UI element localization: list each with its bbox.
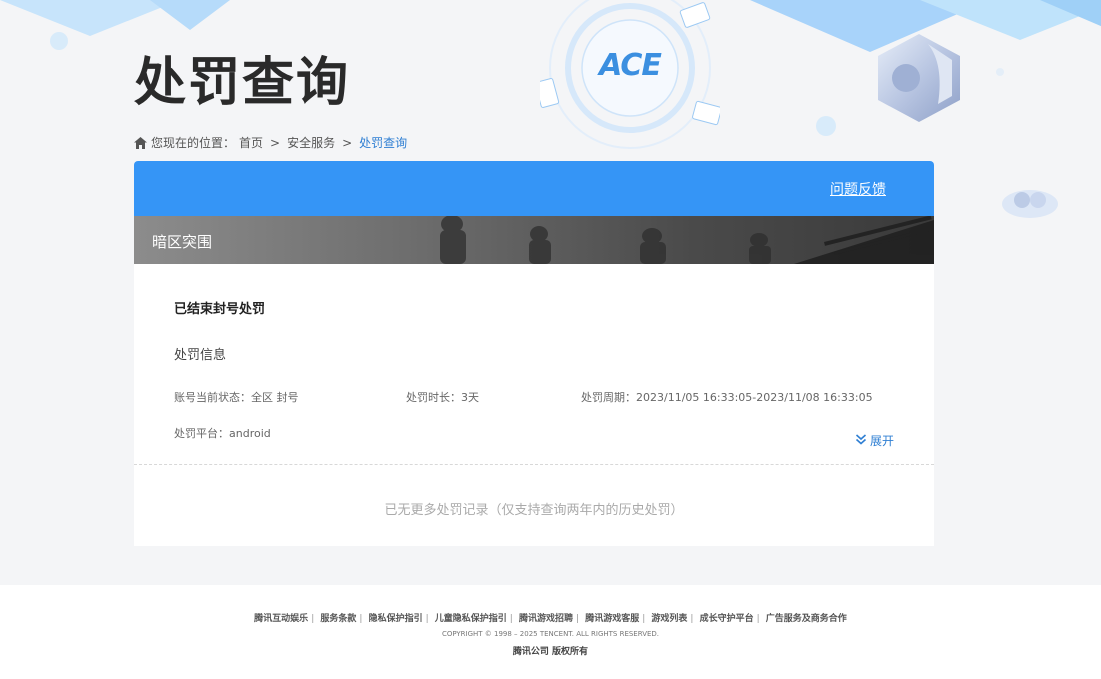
footer-separator: |	[690, 614, 694, 624]
footer-link[interactable]: 腾讯游戏客服	[585, 614, 639, 624]
footer-link[interactable]: 腾讯互动娱乐	[254, 614, 308, 624]
footer-link[interactable]: 成长守护平台	[700, 614, 754, 624]
footer-link[interactable]: 服务条款	[320, 614, 356, 624]
breadcrumb-current: 处罚查询	[359, 136, 408, 150]
footer-separator: |	[756, 614, 760, 624]
punishment-duration: 处罚时长：3天	[406, 391, 479, 404]
footer-separator: |	[576, 614, 580, 624]
decor-triangle	[1040, 0, 1101, 30]
ace-logo-emblem: ACE	[534, 0, 722, 160]
decor-dot	[816, 116, 836, 136]
record-divider	[134, 464, 934, 465]
breadcrumb: 您现在的位置： 首页 > 安全服务 > 处罚查询	[134, 134, 407, 151]
character-decor-small	[998, 182, 1062, 218]
page-title: 处罚查询	[134, 53, 351, 113]
footer-link[interactable]: 隐私保护指引	[369, 614, 423, 624]
record-title: 已结束封号处罚	[174, 302, 266, 317]
decor-triangle	[150, 0, 230, 30]
footer-separator: |	[359, 614, 363, 624]
banner-scene	[440, 216, 934, 264]
home-icon	[134, 136, 147, 149]
expand-button[interactable]: 展开	[855, 432, 894, 449]
decor-dot	[996, 68, 1004, 76]
breadcrumb-link-home[interactable]: 首页	[239, 134, 263, 151]
feedback-link[interactable]: 问题反馈	[830, 179, 886, 199]
footer-separator: |	[311, 614, 315, 624]
decor-dot	[50, 32, 68, 50]
breadcrumb-prefix: 您现在的位置：	[151, 136, 236, 150]
expand-label: 展开	[869, 434, 894, 448]
breadcrumb-link-security[interactable]: 安全服务	[287, 134, 335, 151]
footer-separator: |	[642, 614, 646, 624]
footer-separator: |	[425, 614, 429, 624]
game-name: 暗区突围	[152, 233, 213, 251]
footer-separator: |	[509, 614, 513, 624]
record-info-row: 账号当前状态：全区 封号 处罚时长：3天 处罚周期：2023/11/05 16:…	[174, 389, 894, 405]
ace-logo-text: ACE	[599, 48, 662, 83]
game-banner: 暗区突围	[134, 216, 934, 264]
double-chevron-down-icon	[855, 433, 867, 448]
footer-link[interactable]: 游戏列表	[651, 614, 687, 624]
footer-link[interactable]: 腾讯游戏招聘	[519, 614, 573, 624]
punishment-record: 已结束封号处罚 处罚信息 账号当前状态：全区 封号 处罚时长：3天 处罚周期：2…	[134, 264, 934, 464]
no-more-records-text: 已无更多处罚记录（仅支持查询两年内的历史处罚）	[384, 503, 684, 518]
punishment-period: 处罚周期：2023/11/05 16:33:05-2023/11/08 16:3…	[581, 391, 873, 404]
footer-link[interactable]: 儿童隐私保护指引	[435, 614, 507, 624]
punishment-platform: 处罚平台：android	[174, 427, 271, 440]
rights-text: 腾讯公司 版权所有	[512, 647, 589, 657]
punishment-card: 问题反馈 暗区突围 已结束封号处罚 处罚信息 账号当前状态：全区 封号 处罚时长…	[134, 161, 934, 546]
footer-links: 腾讯互动娱乐 | 服务条款 | 隐私保护指引 | 儿童隐私保护指引 | 腾讯游戏招聘 | …	[0, 611, 1101, 624]
account-status: 账号当前状态：全区 封号	[174, 391, 299, 404]
record-section-label: 处罚信息	[174, 348, 227, 363]
footer: 腾讯互动娱乐 | 服务条款 | 隐私保护指引 | 儿童隐私保护指引 | 腾讯游戏招聘 | …	[0, 585, 1101, 679]
footer-link[interactable]: 广告服务及商务合作	[766, 614, 847, 624]
card-header: 问题反馈	[134, 161, 934, 216]
breadcrumb-separator: >	[270, 135, 281, 150]
breadcrumb-separator: >	[342, 135, 353, 150]
character-avatar-hexagon	[878, 34, 960, 122]
copyright-text: COPYRIGHT © 1998 – 2025 TENCENT. ALL RIG…	[441, 630, 660, 638]
